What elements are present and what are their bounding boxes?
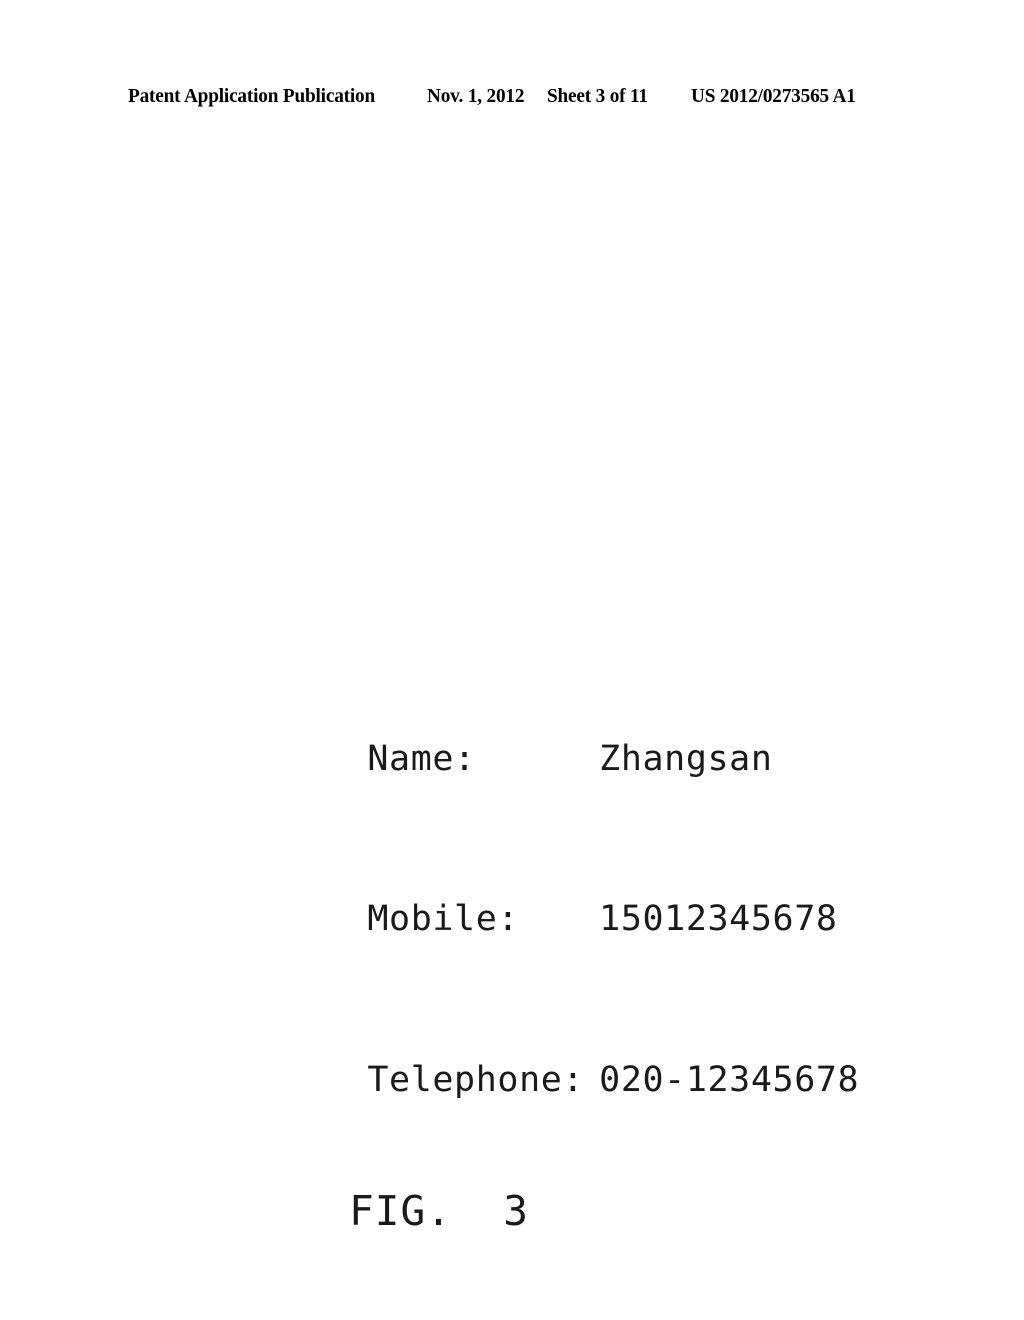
list-item: Name: Zhangsan bbox=[194, 679, 834, 779]
list-item: Mobile: 15012345678 bbox=[194, 840, 837, 939]
page-header: Patent Application Publication Nov. 1, 2… bbox=[128, 83, 896, 113]
header-document-number: US 2012/0273565 A1 bbox=[690, 85, 856, 107]
contact-name-value: Zhangsan bbox=[599, 738, 773, 779]
contact-mobile-value: 15012345678 bbox=[599, 899, 838, 939]
header-sheet-number: Sheet 3 of 11 bbox=[547, 85, 649, 107]
header-publication-date: Nov. 1, 2012 bbox=[426, 85, 525, 107]
list-item: Telephone: 020-12345678 bbox=[194, 1000, 858, 1100]
figure-caption: FIG. 3 bbox=[349, 1186, 529, 1235]
contact-info-list: Name: Zhangsan Mobile: 15012345678 Telepho… bbox=[194, 572, 858, 1161]
contact-mobile-label: Mobile: bbox=[367, 899, 520, 939]
patent-page: Patent Application Publication Nov. 1, 2… bbox=[0, 0, 1024, 1320]
header-publication-label: Patent Application Publication bbox=[128, 85, 376, 107]
contact-telephone-label: Telephone: bbox=[367, 1059, 585, 1100]
contact-name-label: Name: bbox=[367, 738, 476, 779]
figure-3: Name: Zhangsan Mobile: 15012345678 Telepho… bbox=[194, 572, 859, 1237]
contact-telephone-value: 020-12345678 bbox=[599, 1059, 860, 1100]
